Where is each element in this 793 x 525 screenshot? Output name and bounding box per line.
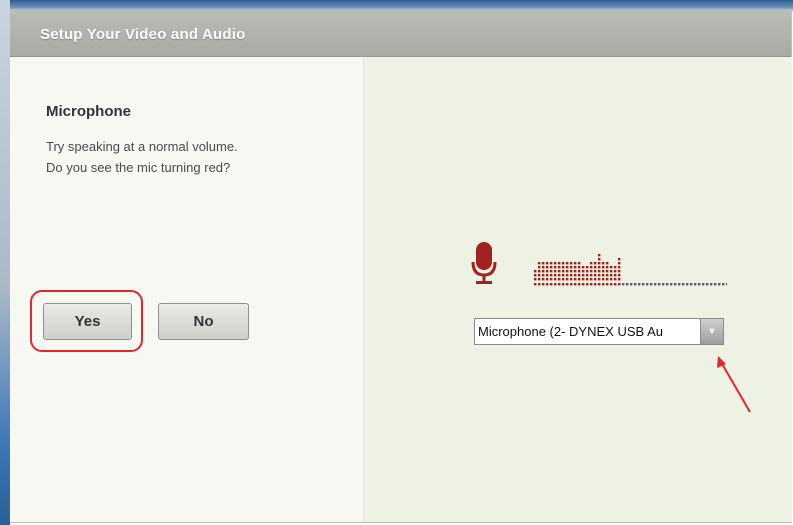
no-button[interactable]: No xyxy=(158,303,249,340)
meter-bar xyxy=(614,266,617,281)
left-pane: Microphone Try speaking at a normal volu… xyxy=(10,57,363,522)
meter-bar xyxy=(602,262,605,281)
meter-bar xyxy=(554,262,557,281)
right-pane xyxy=(363,57,792,522)
meter-bar xyxy=(566,262,569,281)
meter-bar xyxy=(586,266,589,281)
meter-bar xyxy=(534,270,537,281)
dialog-title: Setup Your Video and Audio xyxy=(40,26,246,43)
meter-bar xyxy=(594,262,597,281)
meter-bar xyxy=(582,266,585,281)
instruction-text-2: Do you see the mic turning red? xyxy=(46,160,231,175)
title-bar: Setup Your Video and Audio xyxy=(10,10,791,57)
meter-bar xyxy=(598,254,601,281)
arrow-annotation-icon xyxy=(717,356,751,413)
microphone-heading: Microphone xyxy=(46,103,131,120)
meter-bar xyxy=(538,262,541,281)
meter-bar xyxy=(550,262,553,281)
microphone-device-value: Microphone (2- DYNEX USB Au xyxy=(478,324,663,339)
meter-bar xyxy=(562,262,565,281)
meter-bar xyxy=(606,262,609,281)
desktop-frame-left xyxy=(0,0,10,525)
meter-bar xyxy=(570,262,573,281)
yes-button[interactable]: Yes xyxy=(43,303,132,340)
microphone-icon xyxy=(471,242,497,284)
meter-bar xyxy=(558,262,561,281)
meter-bar xyxy=(542,262,545,281)
meter-bar xyxy=(546,262,549,281)
meter-bar xyxy=(618,258,621,281)
meter-baseline xyxy=(534,283,727,286)
microphone-device-select[interactable]: Microphone (2- DYNEX USB Au ▼ xyxy=(474,318,724,345)
instruction-text-1: Try speaking at a normal volume. xyxy=(46,139,238,154)
meter-bar xyxy=(574,262,577,281)
meter-bar xyxy=(610,266,613,281)
mic-level-meter xyxy=(534,254,727,286)
meter-bar xyxy=(590,262,593,281)
meter-bar xyxy=(578,262,581,281)
chevron-down-icon[interactable]: ▼ xyxy=(700,319,723,344)
